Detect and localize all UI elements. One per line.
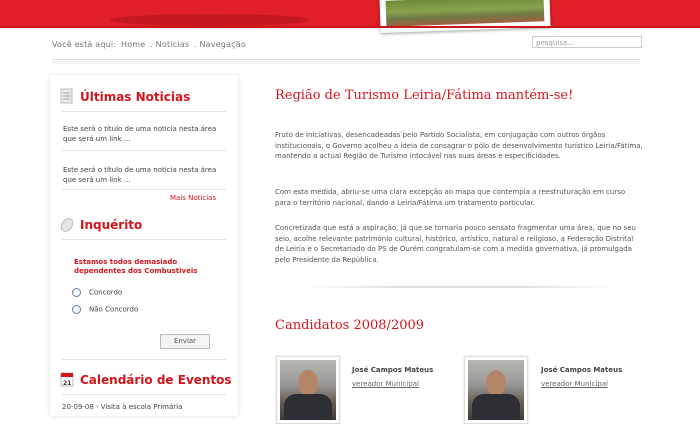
radio-nao-concordo[interactable] [72, 305, 81, 314]
poll-option-label: Não Concordo [89, 305, 139, 314]
candidate-face [298, 370, 318, 396]
breadcrumb-home-link[interactable]: Home [121, 40, 145, 49]
candidate-suit [472, 394, 520, 420]
article-paragraph: Com esta medida, abriu-se uma clara exce… [275, 188, 626, 207]
breadcrumb: Você está aqui: Home . Noticias . Navega… [52, 40, 248, 49]
poll-option-nao-concordo[interactable]: Não Concordo [72, 305, 138, 314]
candidate-name[interactable]: José Campos Mateus [541, 366, 622, 374]
more-news-link[interactable]: Mais Noticias [170, 194, 216, 202]
news-divider [62, 150, 226, 151]
news-title-divider [62, 111, 226, 112]
candidate-suit [284, 394, 332, 420]
search-input[interactable]: pesquisa... [532, 36, 642, 48]
poll-question: Estamos todos demasiado dependentes dos … [74, 258, 198, 275]
news-divider [62, 189, 226, 190]
section-divider [300, 286, 620, 288]
header-divider [52, 59, 640, 60]
article-paragraph: Fruto de iniciativas, desencadeadas pelo… [275, 131, 643, 161]
news-section-title: Últimas Noticias [80, 90, 191, 104]
header-banner [0, 0, 700, 33]
candidate-photo-image [468, 360, 524, 420]
candidate-face [486, 370, 506, 396]
news-item[interactable]: Este será o título de uma noticia nesta … [63, 124, 223, 144]
article-title: Região de Turismo Leiria/Fátima mantém-s… [275, 88, 574, 103]
breadcrumb-prefix: Você está aqui: [52, 40, 117, 49]
calendar-day: 21 [63, 380, 72, 387]
candidate-photo[interactable] [276, 356, 340, 424]
poll-option-concordo[interactable]: Concordo [72, 288, 122, 297]
poll-title-divider [62, 239, 226, 240]
poll-divider [62, 359, 226, 360]
poll-option-label: Concordo [89, 288, 123, 297]
candidate-role-link[interactable]: vereador Municipal [541, 380, 608, 388]
candidate-photo[interactable] [464, 356, 528, 424]
sidebar: Últimas Noticias Este será o título de u… [50, 75, 238, 416]
header-photo-image [385, 0, 545, 27]
calendar-title-divider [62, 394, 226, 395]
candidate-name[interactable]: José Campos Mateus [352, 366, 433, 374]
candidate-photo-image [280, 360, 336, 420]
header-photo [379, 0, 551, 33]
candidates-title: Candidatos 2008/2009 [275, 318, 425, 333]
breadcrumb-noticias-link[interactable]: . Noticias [150, 40, 189, 49]
poll-icon [60, 218, 74, 232]
article-paragraph: Concretizada que está a aspiração, já qu… [275, 224, 636, 264]
breadcrumb-navegacao-link[interactable]: . Navegação [194, 40, 246, 49]
news-icon [60, 88, 73, 104]
header-strip [0, 26, 700, 28]
poll-section-title: Inquérito [80, 218, 143, 232]
calendar-section-title: Calendário de Eventos [80, 373, 232, 387]
calendar-event-item[interactable]: 20-09-08 - Visita à escola Primária [62, 403, 182, 411]
news-item[interactable]: Este será o título de uma noticia nesta … [63, 165, 223, 185]
poll-submit-button[interactable]: Enviar [160, 334, 210, 349]
header-shadow [110, 14, 310, 26]
candidate-role-link[interactable]: vereador Municipal [352, 380, 419, 388]
radio-concordo[interactable] [72, 288, 81, 297]
header-divider-shadow [52, 61, 640, 65]
